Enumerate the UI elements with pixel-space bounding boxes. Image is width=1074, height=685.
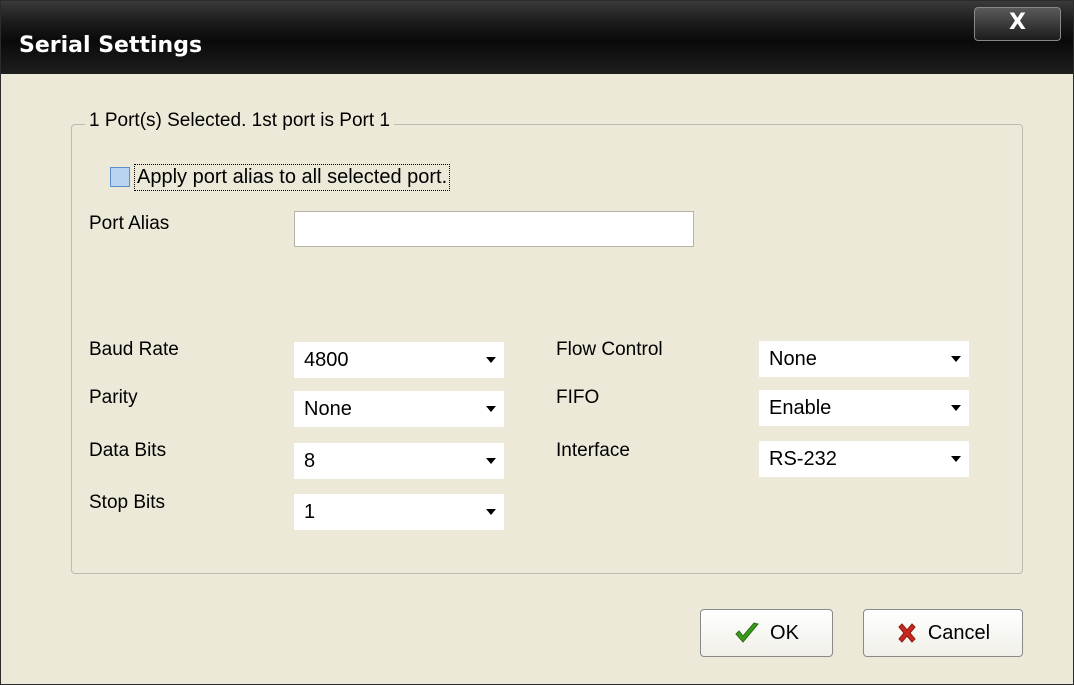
- data-bits-label: Data Bits: [89, 440, 167, 461]
- chevron-down-icon[interactable]: [486, 357, 496, 363]
- port-alias-input[interactable]: [294, 211, 694, 247]
- stop-bits-label: Stop Bits: [89, 492, 166, 513]
- data-bits-select[interactable]: 8: [294, 443, 504, 479]
- interface-label: Interface: [556, 440, 630, 461]
- baud-rate-value: 4800: [304, 349, 349, 371]
- close-icon: X: [1009, 10, 1026, 35]
- baud-rate-label: Baud Rate: [89, 339, 179, 360]
- apply-alias-checkbox-row[interactable]: Apply port alias to all selected port.: [110, 162, 451, 192]
- fifo-select[interactable]: Enable: [759, 390, 969, 426]
- cancel-label: Cancel: [927, 621, 991, 644]
- chevron-down-icon[interactable]: [486, 509, 496, 515]
- chevron-down-icon[interactable]: [486, 458, 496, 464]
- chevron-down-icon[interactable]: [951, 456, 961, 462]
- fifo-label: FIFO: [556, 387, 600, 408]
- dialog-title: Serial Settings: [19, 33, 203, 58]
- checkmark-icon: [735, 622, 759, 643]
- flow-control-select[interactable]: None: [759, 341, 969, 377]
- apply-alias-checkbox[interactable]: [110, 167, 130, 187]
- close-button[interactable]: X: [974, 7, 1061, 41]
- apply-alias-label[interactable]: Apply port alias to all selected port.: [134, 163, 451, 191]
- flow-control-value: None: [769, 348, 817, 370]
- baud-rate-select[interactable]: 4800: [294, 342, 504, 378]
- parity-select[interactable]: None: [294, 391, 504, 427]
- serial-settings-dialog: Serial Settings X 1 Port(s) Selected. 1s…: [0, 0, 1074, 685]
- red-x-icon: [898, 623, 916, 643]
- interface-select[interactable]: RS-232: [759, 441, 969, 477]
- data-bits-value: 8: [304, 450, 316, 472]
- chevron-down-icon[interactable]: [951, 405, 961, 411]
- fifo-value: Enable: [769, 397, 832, 419]
- ok-label: OK: [770, 621, 799, 644]
- stop-bits-select[interactable]: 1: [294, 494, 504, 530]
- chevron-down-icon[interactable]: [486, 406, 496, 412]
- dialog-body: 1 Port(s) Selected. 1st port is Port 1 A…: [5, 74, 1069, 682]
- group-title: 1 Port(s) Selected. 1st port is Port 1: [85, 110, 394, 132]
- stop-bits-value: 1: [304, 501, 316, 523]
- chevron-down-icon[interactable]: [951, 356, 961, 362]
- port-alias-label: Port Alias: [89, 213, 170, 234]
- parity-label: Parity: [89, 387, 138, 408]
- interface-value: RS-232: [769, 448, 837, 470]
- title-bar[interactable]: Serial Settings X: [1, 1, 1073, 74]
- flow-control-label: Flow Control: [556, 339, 663, 360]
- cancel-button[interactable]: Cancel: [863, 609, 1023, 657]
- ok-button[interactable]: OK: [700, 609, 833, 657]
- parity-value: None: [304, 398, 352, 420]
